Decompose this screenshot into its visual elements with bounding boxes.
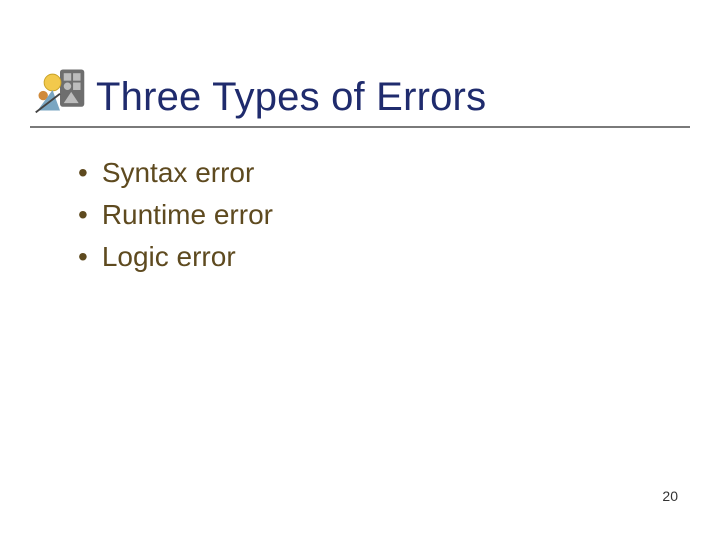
list-item-text: Runtime error	[102, 198, 273, 232]
bullet-icon: •	[78, 240, 88, 274]
list-item: • Logic error	[78, 240, 720, 274]
page-number: 20	[662, 488, 678, 504]
list-item-text: Syntax error	[102, 156, 255, 190]
list-item: • Runtime error	[78, 198, 720, 232]
decorative-clip-art-icon	[32, 62, 88, 118]
list-item-text: Logic error	[102, 240, 236, 274]
list-item: • Syntax error	[78, 156, 720, 190]
slide-icon	[30, 60, 90, 120]
bullet-icon: •	[78, 156, 88, 190]
header: Three Types of Errors	[0, 0, 720, 120]
slide: Three Types of Errors • Syntax error • R…	[0, 0, 720, 540]
slide-title: Three Types of Errors	[96, 75, 486, 120]
bullet-list: • Syntax error • Runtime error • Logic e…	[0, 128, 720, 274]
bullet-icon: •	[78, 198, 88, 232]
